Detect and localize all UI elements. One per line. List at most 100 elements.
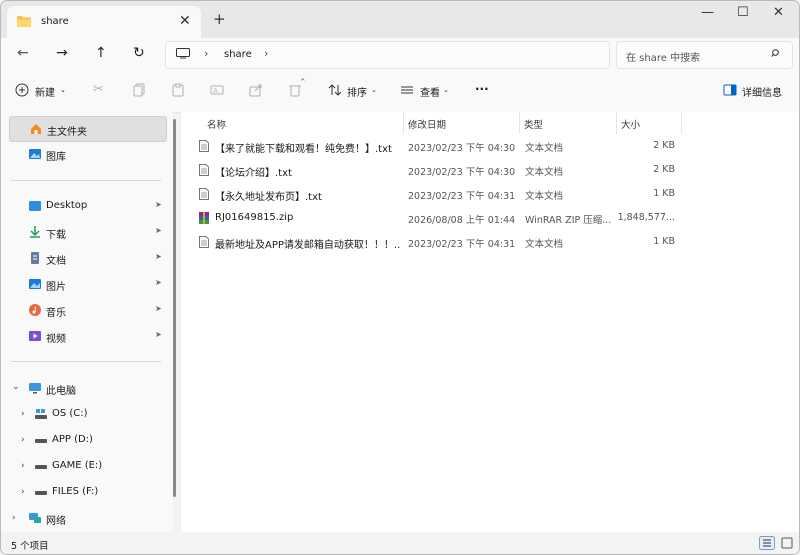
sidebar-item-drive-f[interactable]: FILES (F:) — [9, 480, 165, 504]
file-modified: 2023/02/23 下午 04:30 — [408, 143, 516, 154]
item-count: 5 个项目 — [11, 541, 49, 552]
file-type: 文本文档 — [525, 167, 564, 178]
picture-icon — [29, 279, 41, 289]
paste-icon[interactable] — [171, 83, 185, 97]
file-explorer-window: share ✕ + — ☐ ✕ ← → ↑ ↻ › share › 在 shar… — [0, 0, 800, 555]
maximize-button[interactable]: ☐ — [737, 5, 749, 20]
pin-icon[interactable]: ➤ — [155, 278, 162, 287]
sidebar-item-label: 音乐 — [46, 308, 66, 319]
sidebar-item-label: APP (D:) — [52, 434, 93, 445]
address-row: ← → ↑ ↻ › share › 在 share 中搜索 — [1, 38, 799, 72]
search-icon — [771, 49, 779, 57]
share-icon[interactable] — [249, 83, 263, 97]
close-window-button[interactable]: ✕ — [773, 5, 784, 20]
minimize-button[interactable]: — — [701, 5, 714, 20]
winrar-zip-icon — [199, 212, 209, 224]
home-icon — [31, 124, 41, 134]
search-input[interactable]: 在 share 中搜索 — [626, 49, 700, 64]
sidebar-divider — [11, 361, 161, 362]
table-row[interactable]: 【来了就能下载和观看！纯免费！】.txt 2023/02/23 下午 04:30… — [195, 136, 685, 158]
more-options-button[interactable]: ··· — [475, 82, 489, 96]
file-modified: 2023/02/23 下午 04:31 — [408, 239, 516, 250]
search-box[interactable]: 在 share 中搜索 — [616, 41, 793, 69]
tiles-view-icon[interactable] — [779, 536, 795, 550]
cut-icon[interactable]: ✂ — [93, 82, 104, 97]
file-size: 2 KB — [653, 164, 675, 175]
address-bar[interactable]: › share › — [165, 41, 610, 69]
column-divider[interactable] — [519, 112, 520, 134]
sidebar-item-videos[interactable]: 视频 ➤ — [9, 324, 165, 348]
table-row[interactable]: 【论坛介绍】.txt 2023/02/23 下午 04:30 文本文档 2 KB — [195, 160, 685, 182]
back-button[interactable]: ← — [17, 45, 29, 61]
breadcrumb-share[interactable]: share — [224, 49, 252, 60]
file-size: 1,848,577... — [617, 212, 675, 223]
new-tab-button[interactable]: + — [213, 10, 226, 28]
file-size: 1 KB — [653, 188, 675, 199]
sidebar-item-drive-c[interactable]: OS (C:) — [9, 402, 165, 426]
pin-icon[interactable]: ➤ — [155, 200, 162, 209]
folder-icon — [17, 16, 31, 27]
view-icon — [401, 86, 413, 94]
file-name: 【永久地址发布页】.txt — [215, 192, 322, 203]
sidebar-item-label: GAME (E:) — [52, 460, 103, 471]
breadcrumb-separator[interactable]: › — [264, 47, 268, 60]
sidebar-item-drive-d[interactable]: APP (D:) — [9, 428, 165, 452]
column-divider[interactable] — [681, 112, 682, 134]
column-header-modified[interactable]: 修改日期 — [408, 117, 446, 131]
column-header-name[interactable]: 名称 — [207, 117, 226, 131]
details-button[interactable]: 详细信息 — [742, 84, 782, 99]
copy-icon[interactable] — [132, 83, 146, 97]
file-name: 最新地址及APP请发邮箱自动获取！！！... — [215, 240, 401, 251]
text-file-icon — [199, 188, 209, 200]
sidebar-item-network[interactable]: 网络 — [9, 506, 165, 530]
file-type: 文本文档 — [525, 191, 564, 202]
sidebar-divider — [11, 180, 161, 181]
file-name: 【论坛介绍】.txt — [215, 168, 292, 179]
file-size: 2 KB — [653, 140, 675, 151]
sidebar-item-documents[interactable]: 文档 ➤ — [9, 246, 165, 270]
chevron-down-icon: ⌄ — [443, 86, 449, 94]
sidebar-item-label: 图片 — [46, 282, 66, 293]
pin-icon[interactable]: ➤ — [155, 226, 162, 235]
sidebar-item-drive-e[interactable]: GAME (E:) — [9, 454, 165, 478]
sidebar-item-desktop[interactable]: Desktop ➤ — [9, 194, 165, 218]
table-row[interactable]: 【永久地址发布页】.txt 2023/02/23 下午 04:31 文本文档 1… — [195, 184, 685, 206]
computer-icon — [176, 48, 190, 59]
up-button[interactable]: ↑ — [95, 45, 107, 61]
new-button[interactable]: 新建 — [35, 84, 55, 99]
pin-icon[interactable]: ➤ — [155, 304, 162, 313]
column-header-type[interactable]: 类型 — [524, 117, 543, 131]
sidebar-item-gallery[interactable]: 图库 — [9, 142, 165, 166]
sidebar-item-home[interactable]: 主文件夹 — [9, 116, 167, 142]
sidebar-item-downloads[interactable]: 下载 ➤ — [9, 220, 165, 244]
command-bar: 新建 ⌄ ✂ A ⌃ 排序 ⌄ 查看 ⌄ ··· 详细信息 — [1, 72, 799, 113]
sidebar-item-this-pc[interactable]: 此电脑 — [9, 376, 165, 400]
tab-close-icon[interactable]: ✕ — [179, 13, 191, 29]
file-modified: 2023/02/23 下午 04:30 — [408, 167, 516, 178]
sidebar-item-pictures[interactable]: 图片 ➤ — [9, 272, 165, 296]
rename-icon[interactable]: A — [210, 83, 224, 97]
tab-share[interactable]: share ✕ — [7, 6, 201, 38]
sort-icon — [328, 84, 342, 96]
details-view-icon[interactable] — [759, 536, 775, 550]
view-button[interactable]: 查看 — [420, 84, 440, 99]
sidebar-item-label: 下载 — [46, 230, 66, 241]
sidebar-scrollbar[interactable] — [173, 119, 176, 497]
forward-button[interactable]: → — [56, 45, 68, 61]
music-icon — [29, 304, 41, 316]
sort-button[interactable]: 排序 — [347, 84, 367, 99]
pin-icon[interactable]: ➤ — [155, 252, 162, 261]
details-pane-icon — [723, 84, 737, 96]
drive-icon — [35, 491, 47, 495]
sidebar-item-music[interactable]: 音乐 ➤ — [9, 298, 165, 322]
sidebar-item-label: 图库 — [46, 152, 66, 163]
pin-icon[interactable]: ➤ — [155, 330, 162, 339]
table-row[interactable]: RJ01649815.zip 2026/08/08 上午 01:44 WinRA… — [195, 208, 685, 230]
column-divider[interactable] — [403, 112, 404, 134]
column-header-size[interactable]: 大小 — [621, 117, 640, 131]
file-modified: 2023/02/23 下午 04:31 — [408, 191, 516, 202]
text-file-icon — [199, 140, 209, 152]
refresh-button[interactable]: ↻ — [133, 45, 145, 61]
table-row[interactable]: 最新地址及APP请发邮箱自动获取！！！... 2023/02/23 下午 04:… — [195, 232, 685, 254]
column-divider[interactable] — [616, 112, 617, 134]
